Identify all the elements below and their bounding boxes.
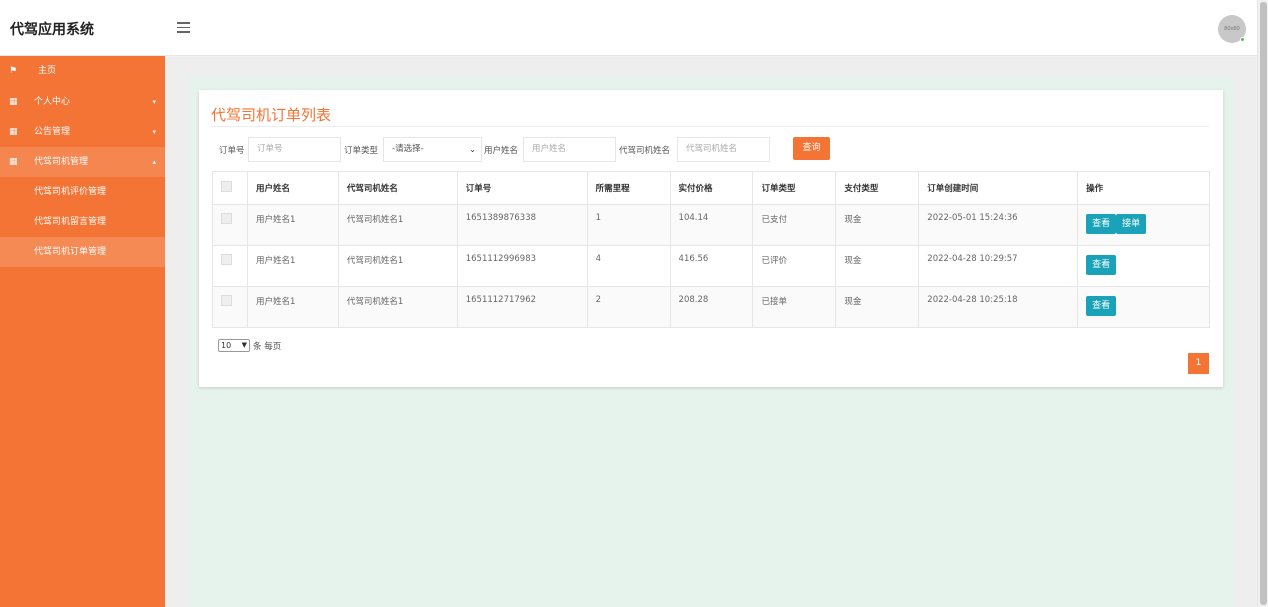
pagination-page-button[interactable]: 1	[1188, 353, 1209, 374]
view-button[interactable]: 查看	[1086, 296, 1117, 316]
cell-order-no: 1651112717962	[456, 286, 588, 328]
cell-price: 104.14	[669, 204, 754, 246]
row-select-cell	[212, 204, 248, 246]
cell-pay-type: 现金	[835, 286, 920, 328]
sidebar-subitem-driver-messages[interactable]: 代驾司机留言管理	[0, 207, 165, 237]
grid-icon: ▦	[9, 97, 18, 107]
cell-mileage: 2	[586, 286, 671, 328]
sidebar-subitem-driver-orders[interactable]: 代驾司机订单管理	[0, 237, 165, 267]
column-header: 订单号	[456, 171, 588, 205]
chevron-down-icon: ▾	[152, 98, 156, 106]
cell-user-name: 用户姓名1	[246, 245, 339, 287]
cell-actions: 查看	[1077, 286, 1210, 328]
view-button[interactable]: 查看	[1086, 214, 1117, 234]
column-header: 所需里程	[586, 171, 671, 205]
chevron-down-icon: ⌄	[469, 145, 476, 154]
row-select-cell	[212, 286, 248, 328]
order-no-input[interactable]: 订单号	[248, 137, 341, 162]
cell-price: 416.56	[669, 245, 754, 287]
page-size-select[interactable]: 10 ▼	[218, 339, 250, 352]
column-header: 支付类型	[835, 171, 920, 205]
page-scrollbar[interactable]	[1257, 0, 1268, 607]
sidebar-item-label: 个人中心	[34, 97, 71, 107]
order-type-label: 订单类型	[344, 146, 379, 156]
table-header-row: 用户姓名 代驾司机姓名 订单号 所需里程 实付价格 订单类型 支付类型 订单创建…	[212, 171, 1210, 205]
sidebar: ⚑ 主页 ▦ 个人中心 ▾ ▦ 公告管理 ▾ ▦ 代驾司机管理 ▴ 代驾司机评价…	[0, 56, 165, 607]
cell-driver-name: 代驾司机姓名1	[337, 286, 458, 328]
column-header: 订单创建时间	[918, 171, 1079, 205]
grid-icon: ▦	[9, 127, 18, 137]
select-all-checkbox[interactable]	[221, 181, 232, 192]
page-size-text: 条 每页	[253, 342, 282, 352]
menu-toggle-icon[interactable]	[177, 22, 190, 33]
column-header: 实付价格	[669, 171, 754, 205]
sidebar-item-driver-management[interactable]: ▦ 代驾司机管理 ▴	[0, 147, 165, 177]
cell-created-time: 2022-04-28 10:25:18	[918, 286, 1079, 328]
cell-order-type: 已评价	[752, 245, 837, 287]
avatar-placeholder-text: 80x80	[1224, 26, 1240, 32]
column-header: 用户姓名	[246, 171, 339, 205]
cell-order-type: 已支付	[752, 204, 837, 246]
table-row: 用户姓名1 代驾司机姓名1 1651389876338 1 104.14 已支付…	[212, 204, 1210, 246]
cell-order-type: 已接单	[752, 286, 837, 328]
sidebar-item-home[interactable]: ⚑ 主页	[0, 56, 165, 87]
orders-table: 用户姓名 代驾司机姓名 订单号 所需里程 实付价格 订单类型 支付类型 订单创建…	[212, 171, 1210, 328]
cell-pay-type: 现金	[835, 245, 920, 287]
sidebar-item-personal-center[interactable]: ▦ 个人中心 ▾	[0, 87, 165, 117]
flag-icon: ⚑	[9, 66, 18, 76]
order-list-card: 代驾司机订单列表 订单号 订单号 订单类型 -请选择- ⌄ 用户姓名 用户姓名 …	[199, 90, 1223, 387]
sidebar-item-label: 公告管理	[34, 127, 71, 137]
cell-created-time: 2022-04-28 10:29:57	[918, 245, 1079, 287]
top-bar: 代驾应用系统 80x80	[0, 0, 1257, 56]
column-header: 操作	[1077, 171, 1210, 205]
sidebar-item-announcements[interactable]: ▦ 公告管理 ▾	[0, 117, 165, 147]
driver-name-input[interactable]: 代驾司机姓名	[677, 137, 770, 162]
sidebar-item-label: 主页	[38, 66, 57, 76]
avatar[interactable]: 80x80	[1218, 15, 1246, 43]
cell-user-name: 用户姓名1	[246, 286, 339, 328]
chevron-down-icon: ▼	[241, 341, 247, 349]
row-checkbox[interactable]	[221, 254, 232, 265]
user-name-input[interactable]: 用户姓名	[523, 137, 616, 162]
row-checkbox[interactable]	[221, 213, 232, 224]
cell-driver-name: 代驾司机姓名1	[337, 245, 458, 287]
chevron-up-icon: ▴	[152, 158, 156, 166]
cell-driver-name: 代驾司机姓名1	[337, 204, 458, 246]
order-type-selected: -请选择-	[392, 144, 424, 154]
cell-order-no: 1651389876338	[456, 204, 588, 246]
cell-price: 208.28	[669, 286, 754, 328]
table-row: 用户姓名1 代驾司机姓名1 1651112996983 4 416.56 已评价…	[212, 245, 1210, 287]
page-size-value: 10	[221, 341, 232, 350]
sidebar-subitem-driver-reviews[interactable]: 代驾司机评价管理	[0, 177, 165, 207]
accept-order-button[interactable]: 接单	[1116, 214, 1147, 234]
cell-mileage: 4	[586, 245, 671, 287]
view-button[interactable]: 查看	[1086, 255, 1117, 275]
cell-user-name: 用户姓名1	[246, 204, 339, 246]
online-status-icon	[1240, 37, 1245, 42]
column-header: 代驾司机姓名	[337, 171, 458, 205]
column-header: 订单类型	[752, 171, 837, 205]
grid-icon: ▦	[9, 157, 18, 167]
title-divider	[211, 126, 1209, 127]
order-type-select[interactable]: -请选择- ⌄	[383, 137, 482, 162]
query-button[interactable]: 查询	[793, 137, 830, 160]
scrollbar-thumb[interactable]	[1260, 2, 1267, 605]
cell-actions: 查看 接单	[1077, 204, 1210, 246]
row-select-cell	[212, 245, 248, 287]
cell-created-time: 2022-05-01 15:24:36	[918, 204, 1079, 246]
table-row: 用户姓名1 代驾司机姓名1 1651112717962 2 208.28 已接单…	[212, 286, 1210, 328]
row-checkbox[interactable]	[221, 295, 232, 306]
cell-actions: 查看	[1077, 245, 1210, 287]
order-no-label: 订单号	[219, 146, 245, 156]
chevron-down-icon: ▾	[152, 128, 156, 136]
sidebar-item-label: 代驾司机管理	[34, 157, 89, 167]
driver-name-label: 代驾司机姓名	[619, 146, 671, 156]
user-name-label: 用户姓名	[484, 146, 519, 156]
page-title: 代驾司机订单列表	[211, 106, 332, 124]
app-title: 代驾应用系统	[10, 22, 94, 38]
cell-order-no: 1651112996983	[456, 245, 588, 287]
select-all-cell	[212, 171, 248, 205]
cell-mileage: 1	[586, 204, 671, 246]
cell-pay-type: 现金	[835, 204, 920, 246]
